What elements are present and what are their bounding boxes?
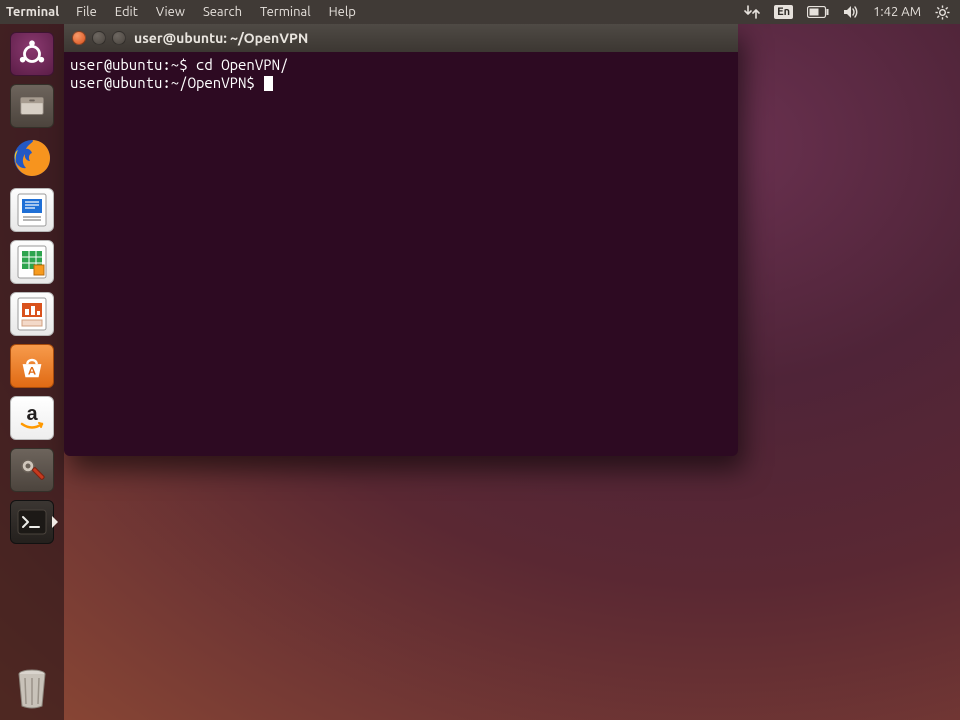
window-close-button[interactable] — [72, 31, 86, 45]
launcher-impress[interactable] — [8, 290, 56, 338]
menu-file[interactable]: File — [67, 5, 106, 19]
network-icon[interactable] — [744, 5, 760, 19]
launcher-dash[interactable] — [8, 30, 56, 78]
window-titlebar[interactable]: user@ubuntu: ~/OpenVPN — [64, 24, 738, 52]
terminal-prompt-1: user@ubuntu:~$ — [70, 56, 188, 73]
keyboard-indicator-label: En — [777, 6, 790, 18]
window-maximize-button[interactable] — [112, 31, 126, 45]
launcher-amazon[interactable]: a — [8, 394, 56, 442]
trash-icon — [10, 666, 54, 710]
terminal-body[interactable]: user@ubuntu:~$ cd OpenVPN/ user@ubuntu:~… — [64, 52, 738, 456]
software-center-icon: A — [10, 344, 54, 388]
terminal-prompt-2: user@ubuntu:~/OpenVPN$ — [70, 74, 255, 91]
unity-launcher: A a — [0, 24, 64, 720]
system-indicators: En 1:42 AM — [744, 5, 960, 20]
launcher-trash[interactable] — [8, 664, 56, 712]
menu-view[interactable]: View — [147, 5, 194, 19]
window-buttons — [72, 31, 126, 45]
launcher-writer[interactable] — [8, 186, 56, 234]
svg-text:A: A — [28, 365, 36, 377]
launcher-settings[interactable] — [8, 446, 56, 494]
terminal-cursor — [264, 76, 273, 91]
launcher-files[interactable] — [8, 82, 56, 130]
battery-icon[interactable] — [807, 6, 829, 18]
svg-text:a: a — [26, 403, 38, 425]
launcher-terminal[interactable] — [8, 498, 56, 546]
top-menubar: Terminal File Edit View Search Terminal … — [0, 0, 960, 24]
libreoffice-calc-icon — [10, 240, 54, 284]
files-icon — [10, 84, 54, 128]
firefox-icon — [10, 136, 54, 180]
libreoffice-writer-icon — [10, 188, 54, 232]
ubuntu-logo-icon — [10, 32, 54, 76]
terminal-icon — [10, 500, 54, 544]
menu-help[interactable]: Help — [320, 5, 365, 19]
launcher-calc[interactable] — [8, 238, 56, 286]
app-menu-items: File Edit View Search Terminal Help — [67, 5, 365, 19]
keyboard-indicator[interactable]: En — [774, 5, 793, 19]
volume-icon[interactable] — [843, 5, 859, 19]
menu-search[interactable]: Search — [194, 5, 251, 19]
active-app-name: Terminal — [0, 5, 67, 19]
menu-terminal[interactable]: Terminal — [251, 5, 320, 19]
window-minimize-button[interactable] — [92, 31, 106, 45]
settings-icon — [10, 448, 54, 492]
session-gear-icon[interactable] — [935, 5, 950, 20]
terminal-window: user@ubuntu: ~/OpenVPN user@ubuntu:~$ cd… — [64, 24, 738, 456]
launcher-software-center[interactable]: A — [8, 342, 56, 390]
libreoffice-impress-icon — [10, 292, 54, 336]
amazon-icon: a — [10, 396, 54, 440]
menu-edit[interactable]: Edit — [106, 5, 147, 19]
terminal-command-1: cd OpenVPN/ — [196, 56, 288, 73]
window-title: user@ubuntu: ~/OpenVPN — [134, 30, 308, 46]
clock[interactable]: 1:42 AM — [873, 5, 921, 19]
launcher-firefox[interactable] — [8, 134, 56, 182]
